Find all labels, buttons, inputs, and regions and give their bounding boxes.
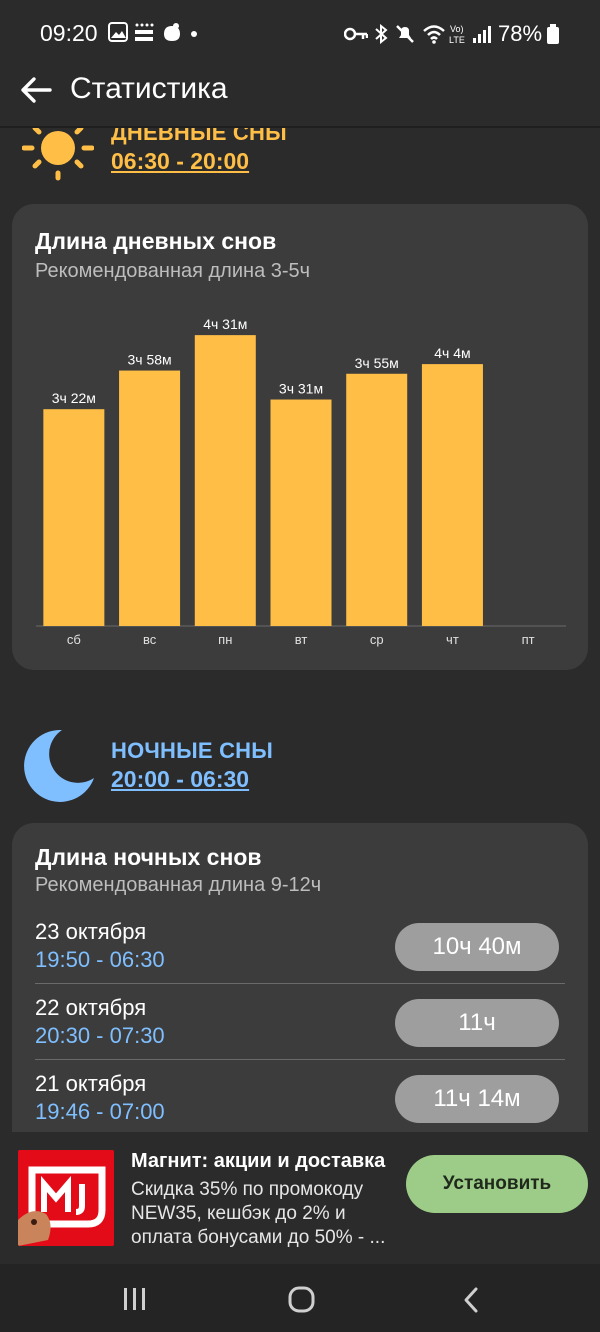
chart-bar-вс: [119, 370, 181, 626]
ad-title: Магнит: акции и доставка: [131, 1150, 386, 1172]
day-sleep-card: Длина дневных снов Рекомендованная длина…: [12, 204, 588, 670]
chart-tick-label: сб: [67, 632, 81, 647]
app-bar: Статистика: [0, 62, 600, 120]
home-icon[interactable]: [288, 1286, 316, 1314]
chart-tick-label: чт: [446, 632, 459, 647]
night-time-range: 19:46 - 07:00: [35, 1099, 165, 1124]
night-section-title: НОЧНЫЕ СНЫ: [111, 738, 273, 763]
night-duration-badge: 11ч 14м: [395, 1075, 559, 1123]
signal-icon: [473, 26, 491, 43]
night-sleep-card: Длина ночных снов Рекомендованная длина …: [12, 823, 588, 1163]
night-date: 22 октября: [35, 995, 147, 1020]
app-notification-icon: [164, 23, 180, 41]
list-divider: [35, 1059, 565, 1060]
chart-bar-вт: [270, 399, 332, 626]
mute-icon: [396, 25, 414, 43]
ad-banner[interactable]: Магнит: акции и доставка Скидка 35% по п…: [0, 1132, 600, 1262]
recents-icon[interactable]: [122, 1286, 148, 1312]
vpn-key-icon: [344, 27, 368, 41]
svg-text:LTE: LTE: [449, 35, 465, 45]
status-bar: 09:20 Vo) LTE 78%: [0, 0, 600, 66]
chart-data-label: 4ч 4м: [434, 345, 470, 361]
appbar-divider: [0, 126, 600, 128]
chart-data-label: 3ч 55м: [355, 355, 399, 371]
list-divider: [35, 983, 565, 984]
back-chevron-icon[interactable]: [458, 1286, 484, 1314]
page-title: Статистика: [70, 72, 228, 105]
chart-tick-label: ср: [370, 632, 384, 647]
ad-body: Скидка 35% по промокоду NEW35, кешбэк до…: [131, 1179, 386, 1248]
chart-tick-label: вс: [143, 632, 157, 647]
chart-bar-чт: [421, 364, 483, 626]
magnit-logo[interactable]: [18, 1150, 114, 1246]
night-duration-badge: 11ч: [395, 999, 559, 1047]
status-time: 09:20: [40, 20, 98, 46]
day-section-range[interactable]: 06:30 - 20:00: [111, 148, 249, 175]
night-card-title: Длина ночных снов: [35, 844, 262, 870]
night-section-range[interactable]: 20:00 - 06:30: [111, 766, 249, 793]
night-card-subtitle: Рекомендованная длина 9-12ч: [35, 874, 322, 896]
chart-bar-сб: [43, 409, 105, 626]
night-date: 23 октября: [35, 919, 147, 944]
night-time-range: 19:50 - 06:30: [35, 947, 165, 972]
battery-percent: 78%: [498, 21, 543, 46]
chart-bar-пн: [194, 335, 256, 626]
night-section-header: НОЧНЫЕ СНЫ 20:00 - 06:30: [0, 726, 600, 806]
gallery-icon: [108, 22, 128, 42]
install-button[interactable]: Установить: [406, 1155, 588, 1213]
day-sleep-chart: 3ч 22м сб 3ч 58м вс 4ч 31м пн 3ч 31м вт 3ч 55м ср…: [36, 316, 566, 647]
battery-icon: [547, 24, 559, 44]
chart-bar-ср: [346, 373, 408, 626]
wifi-icon: [423, 25, 445, 44]
magnit-logo-icon: [18, 1150, 114, 1246]
volte-icon: Vo) LTE: [449, 24, 465, 45]
detmir-icon: [135, 23, 154, 41]
svg-text:Vo): Vo): [450, 24, 464, 34]
system-nav-bar: [0, 1264, 600, 1332]
moon-icon: [24, 729, 94, 802]
day-section-header: ДНЕВНЫЕ СНЫ 06:30 - 20:00: [0, 118, 600, 188]
chart-tick-label: вт: [295, 632, 308, 647]
chart-data-label: 3ч 31м: [279, 381, 323, 397]
bluetooth-icon: [375, 24, 388, 44]
night-duration-badge: 10ч 40м: [395, 923, 559, 971]
chart-data-label: 3ч 22м: [52, 390, 96, 406]
night-time-range: 20:30 - 07:30: [35, 1023, 165, 1048]
dot-icon: [191, 31, 197, 37]
chart-tick-label: пт: [522, 632, 535, 647]
chart-data-label: 3ч 58м: [127, 352, 171, 368]
chart-tick-label: пн: [218, 632, 232, 647]
chart-data-label: 4ч 31м: [203, 316, 247, 332]
arrow-left-icon[interactable]: [18, 72, 54, 108]
night-date: 21 октября: [35, 1071, 147, 1096]
